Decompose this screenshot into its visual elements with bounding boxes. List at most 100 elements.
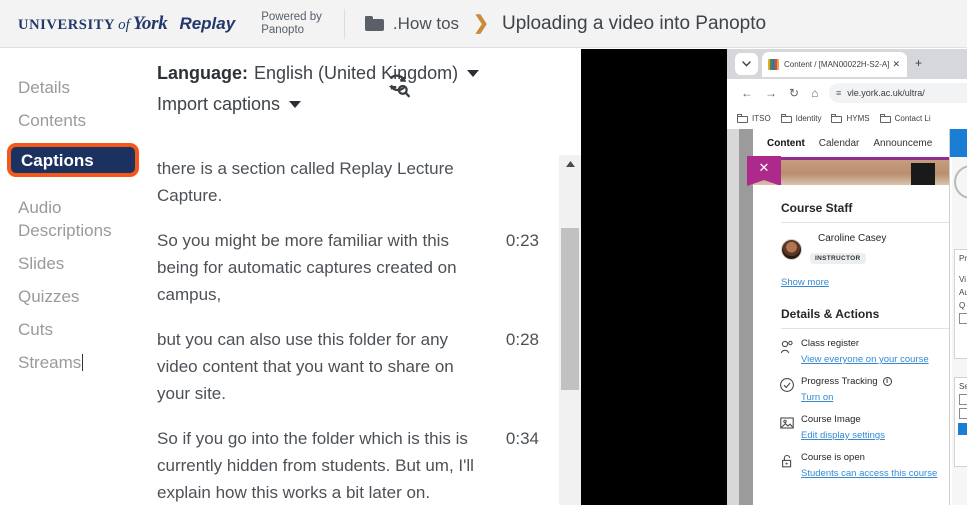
caption-row[interactable]: but you can also use this folder for any…	[146, 326, 559, 407]
bookmark-label: Contact Li	[894, 113, 931, 123]
bookmark-hyms[interactable]: HYMS	[831, 113, 870, 123]
tab-search-dropdown-button[interactable]	[735, 53, 758, 75]
video-black-region	[581, 49, 727, 505]
browser-tab[interactable]: Content / [MAN00022H-S2-A] | ✕	[762, 52, 907, 77]
folder-icon	[364, 16, 384, 31]
caption-row[interactable]: So if you go into the folder which is th…	[146, 425, 559, 505]
folder-icon	[780, 113, 792, 123]
panel-checkbox[interactable]	[959, 313, 967, 324]
arrow-left-icon[interactable]: ←	[741, 86, 753, 100]
details-action-progress-tracking[interactable]: Progress Tracking i Turn on	[779, 376, 967, 405]
action-link[interactable]: View everyone on your course	[801, 354, 929, 365]
scroll-up-button[interactable]	[559, 155, 581, 172]
banner-accent-line	[753, 157, 967, 160]
bookmark-itso[interactable]: ITSO	[737, 113, 771, 123]
panel-checkbox[interactable]	[959, 394, 967, 405]
action-link[interactable]: Edit display settings	[801, 430, 885, 441]
plus-icon[interactable]: +	[915, 56, 922, 70]
info-icon[interactable]: i	[882, 377, 892, 386]
browser-tab-strip: Content / [MAN00022H-S2-A] | ✕ +	[727, 49, 967, 79]
tab-calendar[interactable]: Calendar	[819, 138, 860, 149]
details-action-course-image[interactable]: Course Image Edit display settings	[779, 414, 967, 443]
panel-label: Q	[959, 301, 966, 310]
caption-timestamp: 0:23	[505, 231, 539, 250]
panel-card-top: Pr Vi Au Q	[954, 249, 967, 359]
breadcrumb: .How tos ❯ Uploading a video into Panopt…	[364, 13, 766, 35]
caption-text: but you can also use this folder for any…	[157, 330, 454, 403]
panel-checkbox[interactable]	[959, 408, 967, 419]
side-dialog-partial: Pr Vi Au Q Se	[949, 129, 967, 505]
sidebar-item-audio-descriptions[interactable]: Audio Descriptions	[0, 191, 146, 247]
action-link[interactable]: Turn on	[801, 392, 833, 403]
course-staff-member: Caroline Casey INSTRUCTOR	[781, 233, 967, 265]
chevron-down-icon[interactable]	[467, 70, 480, 77]
folder-icon	[737, 113, 748, 123]
action-title-text: Progress Tracking	[801, 376, 878, 387]
language-value: English (United Kingdom)	[254, 63, 459, 83]
blackboard-course-tabs: Content Calendar Announceme	[753, 129, 967, 157]
captions-list: there is a section called Replay Lecture…	[146, 155, 559, 505]
text-cursor	[82, 354, 84, 371]
bookmark-identity[interactable]: Identity	[780, 113, 822, 123]
browser-tab-title: Content / [MAN00022H-S2-A] |	[784, 60, 890, 69]
details-actions-heading: Details & Actions	[781, 307, 880, 321]
caption-row[interactable]: there is a section called Replay Lecture…	[146, 155, 559, 209]
panel-label: Au	[959, 288, 967, 297]
action-link[interactable]: Students can access this course	[801, 468, 937, 479]
arrow-right-icon[interactable]: →	[765, 86, 777, 100]
sidebar-item-details[interactable]: Details	[0, 71, 146, 104]
sidebar-item-slides[interactable]: Slides	[0, 247, 146, 280]
scrollbar-thumb[interactable]	[561, 228, 579, 390]
folder-icon	[879, 113, 891, 123]
course-staff-heading: Course Staff	[781, 201, 853, 215]
tab-content[interactable]: Content	[767, 138, 805, 149]
captions-highlight-box[interactable]: Captions	[7, 143, 139, 177]
sidebar-item-captions-label: Captions	[21, 150, 94, 170]
details-action-class-register[interactable]: Class register View everyone on your cou…	[779, 338, 967, 367]
close-icon[interactable]: ✕	[892, 59, 900, 70]
course-banner-image	[753, 157, 967, 185]
language-label: Language:	[157, 63, 249, 83]
sidebar-item-captions[interactable]: Captions	[0, 143, 146, 185]
details-action-course-is-open[interactable]: Course is open Students can access this …	[779, 452, 967, 481]
import-captions-dropdown[interactable]: Import captions	[157, 94, 581, 115]
avatar-circle-partial	[954, 165, 967, 199]
caption-row[interactable]: So you might be more familiar with this …	[146, 227, 559, 308]
logo-of-text: of	[118, 16, 130, 33]
sidebar-item-streams-label: Streams	[18, 353, 82, 372]
panel-label: Pr	[959, 254, 967, 263]
refresh-button[interactable]	[382, 70, 414, 102]
import-captions-label: Import captions	[157, 94, 281, 114]
bookmark-contact-list[interactable]: Contact Li	[879, 113, 931, 123]
triangle-up-icon	[565, 160, 575, 167]
sidebar: Details Contents Captions Audio Descript…	[0, 49, 146, 505]
show-more-link[interactable]: Show more	[781, 277, 829, 288]
address-bar[interactable]: ≡ vle.york.ac.uk/ultra/	[829, 83, 967, 103]
logo-replay-text: Replay	[179, 13, 236, 33]
sidebar-item-streams[interactable]: Streams	[0, 346, 146, 379]
chevron-down-icon[interactable]	[289, 101, 302, 108]
reload-icon[interactable]: ↻	[789, 86, 799, 100]
bookmarks-bar: ITSO Identity HYMS Contact Li	[727, 107, 967, 129]
language-selector[interactable]: Language: English (United Kingdom)	[157, 63, 581, 84]
sidebar-item-cuts[interactable]: Cuts	[0, 313, 146, 346]
panel-primary-button[interactable]	[958, 423, 967, 435]
panel-card-bottom: Se	[954, 377, 967, 467]
panel-edge	[950, 129, 952, 505]
browser-window-screenshot: Content / [MAN00022H-S2-A] | ✕ + ← → ↻ ⌂…	[727, 49, 967, 505]
divider	[781, 328, 953, 329]
home-icon[interactable]: ⌂	[811, 86, 818, 100]
sidebar-item-contents[interactable]: Contents	[0, 104, 146, 137]
blackboard-left-rail	[739, 129, 753, 505]
address-bar-url: vle.york.ac.uk/ultra/	[847, 88, 925, 98]
breadcrumb-folder-label[interactable]: .How tos	[393, 14, 459, 34]
folder-icon	[831, 113, 843, 123]
tab-announcements[interactable]: Announceme	[873, 138, 932, 149]
staff-name: Caroline Casey	[818, 233, 887, 244]
blackboard-favicon	[768, 59, 779, 70]
people-icon	[779, 339, 795, 355]
captions-scrollbar[interactable]	[559, 155, 581, 505]
bookmark-label: Identity	[795, 113, 822, 123]
sidebar-item-quizzes[interactable]: Quizzes	[0, 280, 146, 313]
tune-icon[interactable]: ≡	[836, 88, 841, 98]
